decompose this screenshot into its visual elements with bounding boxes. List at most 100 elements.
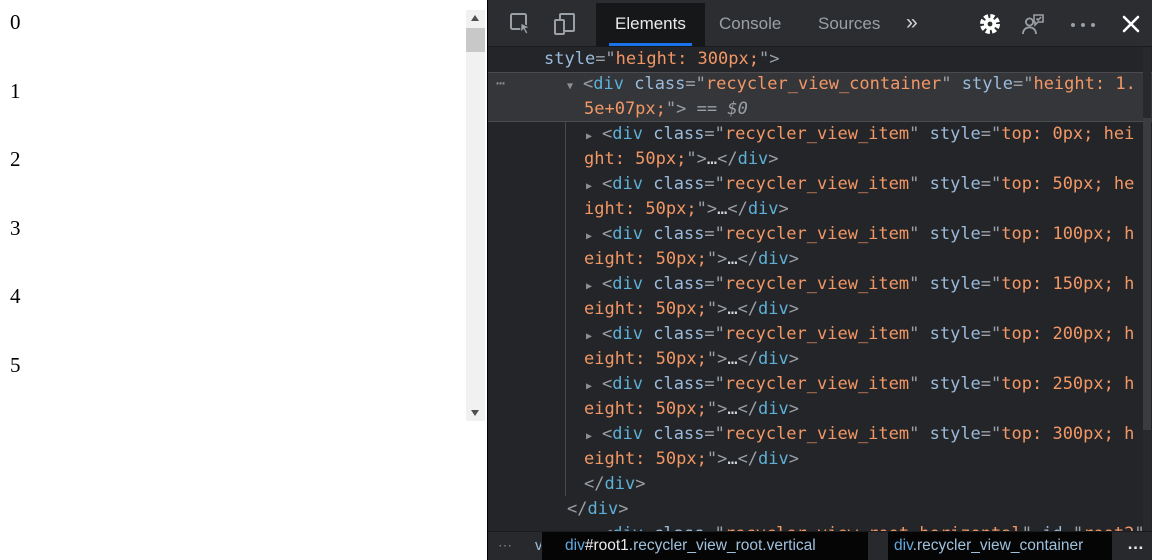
devtools-panel: Elements Console Sources »: [487, 0, 1152, 560]
code-line[interactable]: eight: 50px;">…</div>: [488, 297, 1152, 322]
code-line[interactable]: eight: 50px;">…</div>: [488, 247, 1152, 272]
expand-arrow-icon[interactable]: ▶: [586, 224, 602, 249]
scroll-up-button[interactable]: [466, 10, 485, 26]
code-token: class: [653, 524, 704, 531]
code-line[interactable]: eight: 50px;">…</div>: [488, 447, 1152, 472]
code-token: class: [653, 374, 704, 394]
code-token: <: [602, 174, 612, 194]
code-token: …: [717, 199, 727, 219]
code-token: style: [930, 274, 981, 294]
code-token: recycler_view_item: [725, 274, 909, 294]
code-token: =": [704, 174, 724, 194]
tab-console[interactable]: Console: [719, 0, 781, 47]
code-line[interactable]: ▶<div class="recycler_view_item" style="…: [488, 272, 1152, 297]
code-token: [643, 274, 653, 294]
code-token: =": [981, 374, 1001, 394]
code-token: ight: 50px;: [584, 199, 697, 219]
code-token: =": [704, 424, 724, 444]
code-line[interactable]: eight: 50px;">…</div>: [488, 347, 1152, 372]
expand-arrow-icon[interactable]: ▶: [586, 424, 602, 449]
code-token: >: [779, 199, 789, 219]
expand-arrow-icon[interactable]: ▶: [586, 374, 602, 399]
scroll-down-button[interactable]: [466, 405, 485, 421]
code-token: ">: [686, 149, 706, 169]
code-line-clipped[interactable]: ▶<div class="recycler_view_root horizont…: [488, 522, 1152, 531]
code-token: ": [909, 374, 929, 394]
code-token: <: [602, 124, 612, 144]
code-token: div: [612, 274, 643, 294]
code-token: </: [717, 149, 737, 169]
expand-arrow-icon[interactable]: ▼: [567, 74, 583, 99]
expand-arrow-icon[interactable]: ▶: [586, 274, 602, 299]
expand-arrow-icon[interactable]: ▶: [586, 524, 602, 531]
code-token: =": [704, 124, 724, 144]
code-token: class: [653, 274, 704, 294]
code-line[interactable]: style="height: 300px;">: [488, 47, 1152, 72]
code-line[interactable]: eight: 50px;">…</div>: [488, 397, 1152, 422]
code-token: recycler_view_item: [725, 324, 909, 344]
code-line[interactable]: ▶<div class="recycler_view_item" style="…: [488, 172, 1152, 197]
code-line[interactable]: ▶<div class="recycler_view_item" style="…: [488, 222, 1152, 247]
more-tabs-icon[interactable]: »: [906, 0, 918, 47]
code-token: =": [704, 224, 724, 244]
code-token: >: [635, 474, 645, 494]
code-token: [643, 124, 653, 144]
expand-arrow-icon[interactable]: ▶: [586, 174, 602, 199]
breadcrumb-container-div[interactable]: div.recycler_view_container: [888, 532, 1112, 560]
code-token: recycler_view_item: [725, 174, 909, 194]
breadcrumb-overflow-icon[interactable]: ⋯: [498, 532, 514, 560]
code-line[interactable]: ▶<div class="recycler_view_item" style="…: [488, 122, 1152, 147]
code-token: eight: 50px;: [584, 349, 707, 369]
scrollbar-thumb[interactable]: [466, 28, 485, 52]
code-token: </: [738, 299, 758, 319]
code-token: ">: [707, 299, 727, 319]
code-token: ": [941, 74, 961, 94]
code-token: class: [653, 224, 704, 244]
tab-elements[interactable]: Elements: [596, 3, 705, 47]
breadcrumb-clipped-fragment: v: [535, 535, 541, 557]
code-token: =": [981, 274, 1001, 294]
code-token: ">: [759, 49, 779, 69]
page-scrollbar[interactable]: [466, 10, 485, 421]
breadcrumb-root-div[interactable]: div#root1.recycler_view_root.vertical: [542, 532, 868, 560]
code-line[interactable]: ight: 50px;">…</div>: [488, 197, 1152, 222]
devtools-scrollbar-thumb[interactable]: [1143, 118, 1151, 430]
code-token: recycler_view_item: [725, 124, 909, 144]
code-line[interactable]: ▶<div class="recycler_view_item" style="…: [488, 372, 1152, 397]
code-line[interactable]: </div>: [488, 497, 1152, 522]
code-line[interactable]: ▼<div class="recycler_view_container" st…: [488, 72, 1152, 97]
code-line[interactable]: 5e+07px;"> == $0: [488, 97, 1152, 122]
code-line[interactable]: ▶<div class="recycler_view_item" style="…: [488, 422, 1152, 447]
code-token: recycler_view_container: [706, 74, 941, 94]
code-token: eight: 50px;: [584, 399, 707, 419]
code-token: >: [789, 249, 799, 269]
feedback-person-icon[interactable]: [1020, 11, 1046, 37]
code-token: top: 200px; h: [1001, 324, 1134, 344]
gutter-more-icon[interactable]: ⋯: [496, 72, 507, 97]
code-token: style: [930, 374, 981, 394]
recycler-item-2: 2: [10, 148, 21, 170]
settings-gear-icon[interactable]: [977, 11, 1003, 37]
code-line[interactable]: ▶<div class="recycler_view_item" style="…: [488, 322, 1152, 347]
tab-sources[interactable]: Sources: [818, 0, 880, 47]
code-token: >: [789, 349, 799, 369]
code-token: style: [544, 49, 595, 69]
code-token: div: [758, 449, 789, 469]
code-token: <: [602, 274, 612, 294]
code-token: ">: [707, 449, 727, 469]
expand-arrow-icon[interactable]: ▶: [586, 124, 602, 149]
device-toolbar-icon[interactable]: [552, 11, 578, 37]
expand-arrow-icon[interactable]: ▶: [586, 324, 602, 349]
screenshot-root: 012345 Elements Console Sources »: [0, 0, 1152, 560]
code-token: ": [909, 174, 929, 194]
inspect-element-icon[interactable]: [508, 11, 534, 37]
code-line[interactable]: </div>: [488, 472, 1152, 497]
breadcrumb-more-icon[interactable]: …: [1127, 532, 1145, 560]
more-options-icon[interactable]: [1069, 11, 1099, 37]
devtools-scrollbar[interactable]: [1143, 47, 1151, 531]
code-token: style: [930, 324, 981, 344]
code-token: =": [704, 374, 724, 394]
code-line[interactable]: ght: 50px;">…</div>: [488, 147, 1152, 172]
code-token: ">: [707, 399, 727, 419]
close-icon[interactable]: [1118, 11, 1144, 37]
